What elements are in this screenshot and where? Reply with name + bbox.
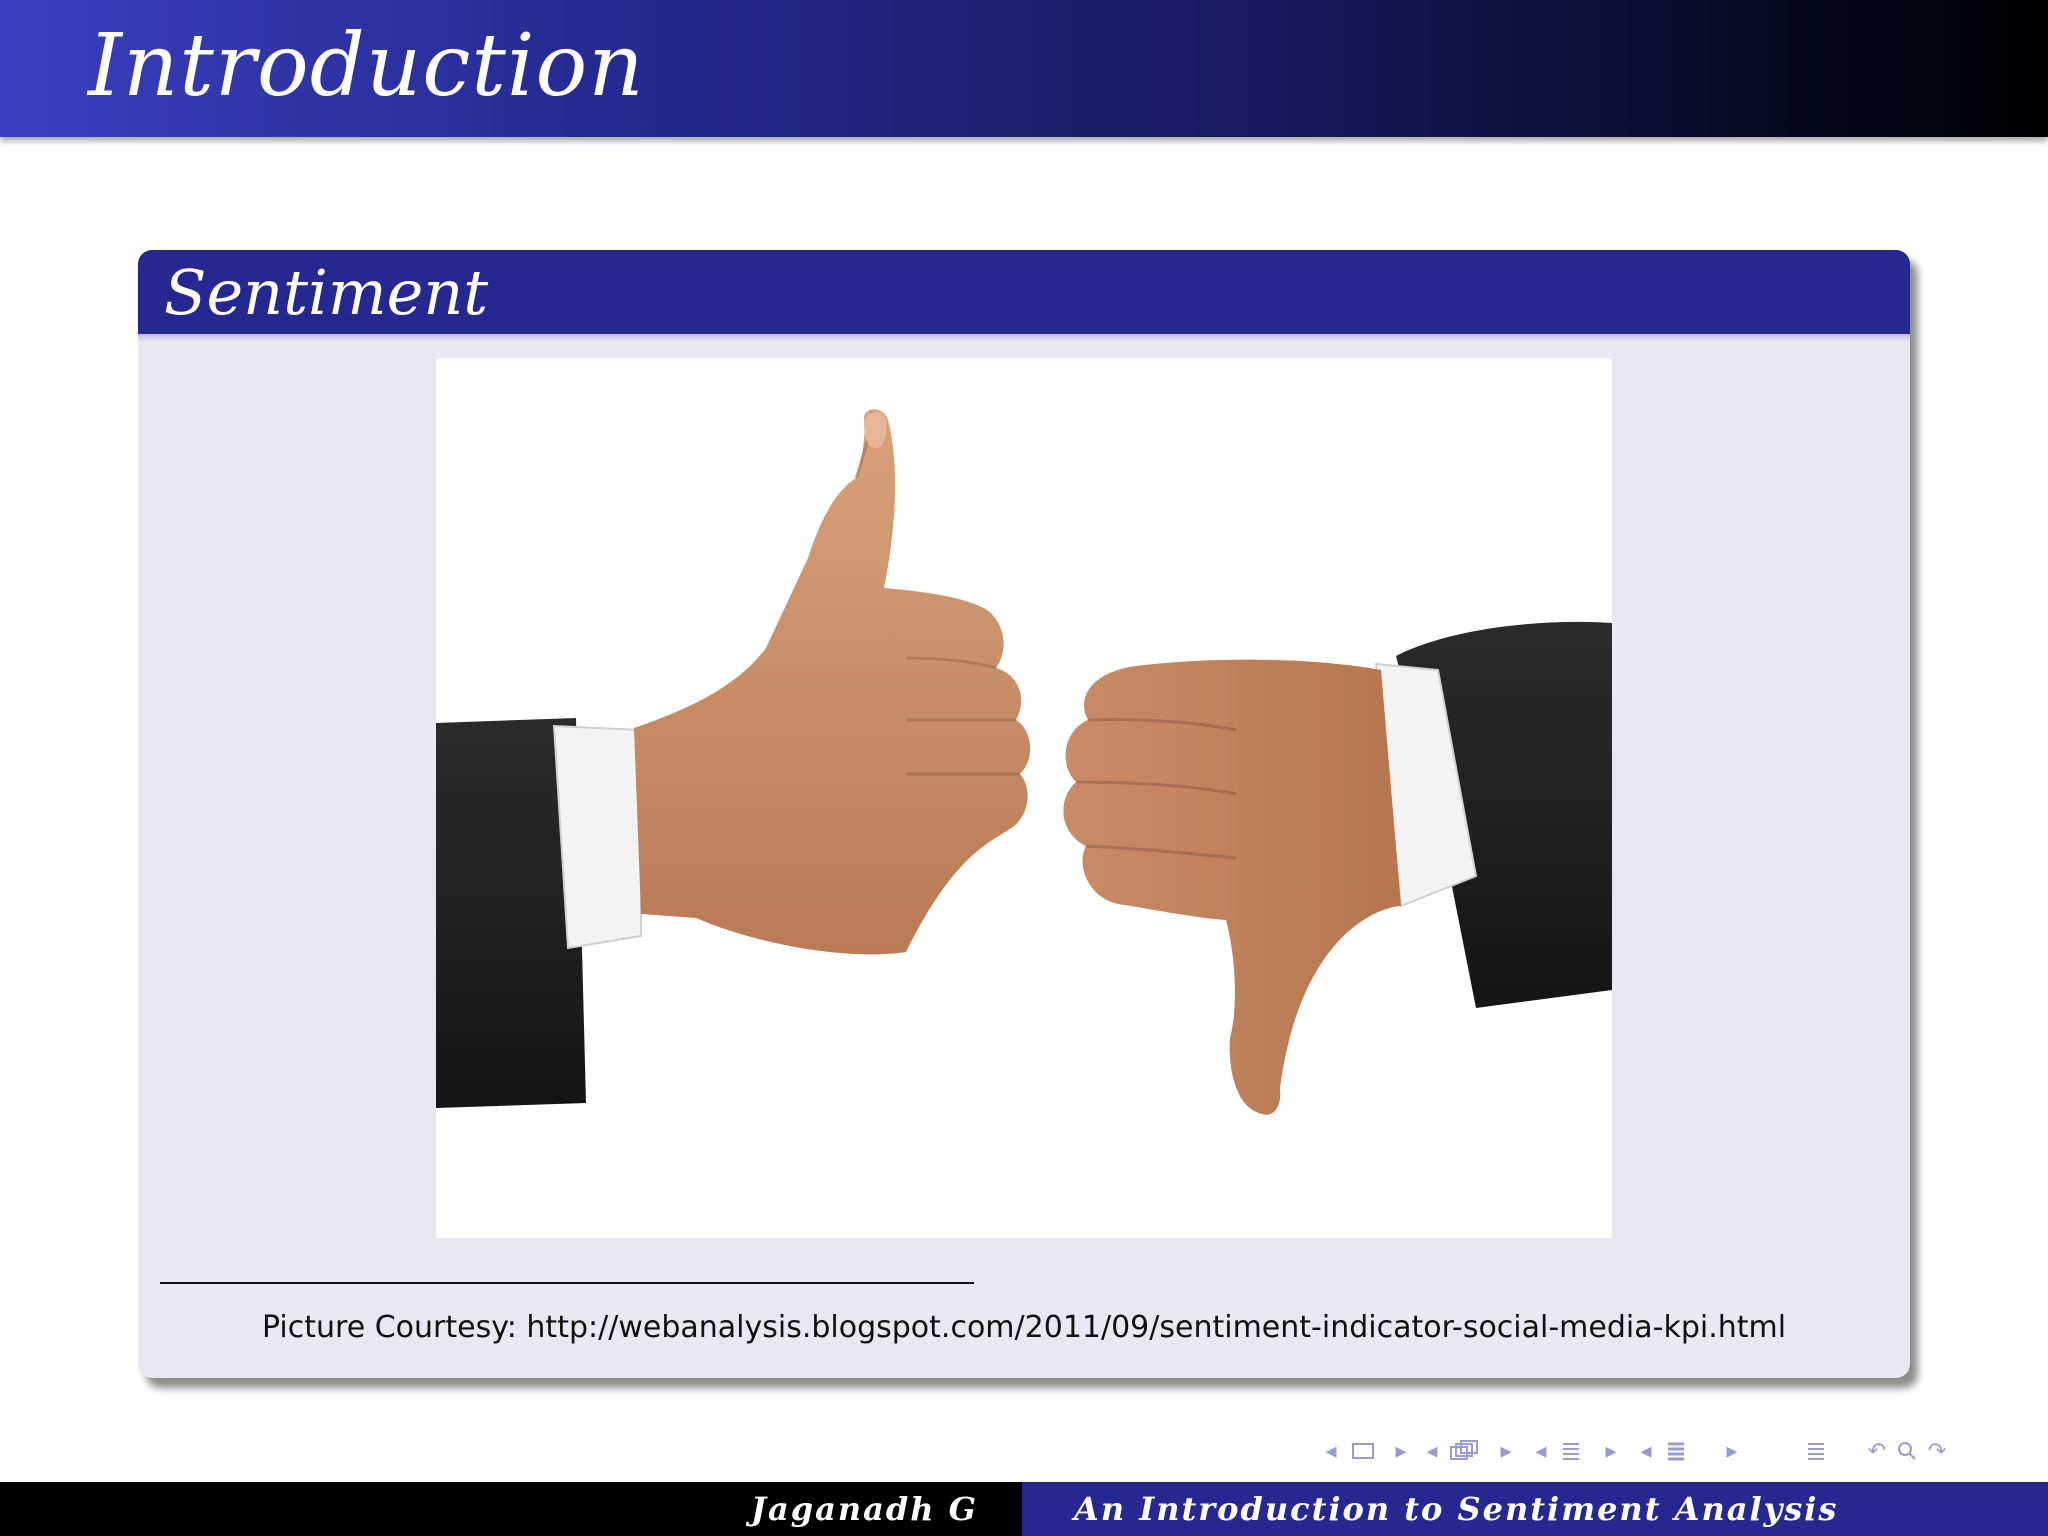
nav-prev-section-arrow-icon[interactable]: ◂ bbox=[1528, 1439, 1554, 1464]
slide-icon[interactable] bbox=[1344, 1442, 1382, 1460]
subsection-icon[interactable] bbox=[1658, 1439, 1694, 1463]
footer-talk-title: An Introduction to Sentiment Analysis bbox=[1022, 1482, 2048, 1536]
nav-prev-frame-arrow-icon[interactable]: ◂ bbox=[1420, 1439, 1444, 1464]
thumbs-up-hand bbox=[634, 409, 1031, 955]
undo-icon[interactable]: ↶ bbox=[1862, 1439, 1892, 1464]
slide-footer: Jaganadh G An Introduction to Sentiment … bbox=[0, 1482, 2048, 1536]
toc-icon[interactable] bbox=[1770, 1439, 1862, 1463]
footer-author: Jaganadh G bbox=[0, 1482, 1022, 1536]
thumbs-illustration bbox=[436, 409, 1612, 1115]
frame-title: Introduction bbox=[88, 16, 645, 116]
nav-prev-arrow-icon[interactable]: ◂ bbox=[1318, 1439, 1344, 1464]
nav-prev-subsection-arrow-icon[interactable]: ◂ bbox=[1634, 1439, 1658, 1464]
nav-next-subsection-arrow-icon[interactable]: ▸ bbox=[1694, 1439, 1770, 1464]
block-title: Sentiment bbox=[164, 256, 489, 329]
block-header: Sentiment bbox=[138, 250, 1910, 334]
block-header-shadow bbox=[138, 334, 1910, 342]
nav-next-frame-arrow-icon[interactable]: ▸ bbox=[1484, 1439, 1528, 1464]
footnote-rule bbox=[160, 1282, 974, 1284]
nav-next-arrow-icon[interactable]: ▸ bbox=[1382, 1439, 1420, 1464]
nav-next-section-arrow-icon[interactable]: ▸ bbox=[1588, 1439, 1634, 1464]
redo-icon[interactable]: ↷ bbox=[1922, 1439, 1952, 1464]
frame-icon[interactable] bbox=[1444, 1439, 1484, 1463]
thumbs-up-down-picture bbox=[436, 358, 1612, 1238]
search-icon[interactable] bbox=[1892, 1440, 1922, 1462]
picture-courtesy-footnote: Picture Courtesy: http://webanalysis.blo… bbox=[262, 1310, 1787, 1345]
left-shirt-cuff bbox=[552, 724, 642, 950]
beamer-navigation-bar: ◂ ▸ ◂ ▸ ◂ ▸ ◂ ▸ ↶ ↷ bbox=[1318, 1434, 2030, 1468]
frame-title-bar: Introduction bbox=[0, 0, 2048, 137]
sentiment-block: Sentiment Picture Courtesy: http://weban… bbox=[138, 250, 1910, 1378]
section-icon[interactable] bbox=[1554, 1439, 1588, 1463]
